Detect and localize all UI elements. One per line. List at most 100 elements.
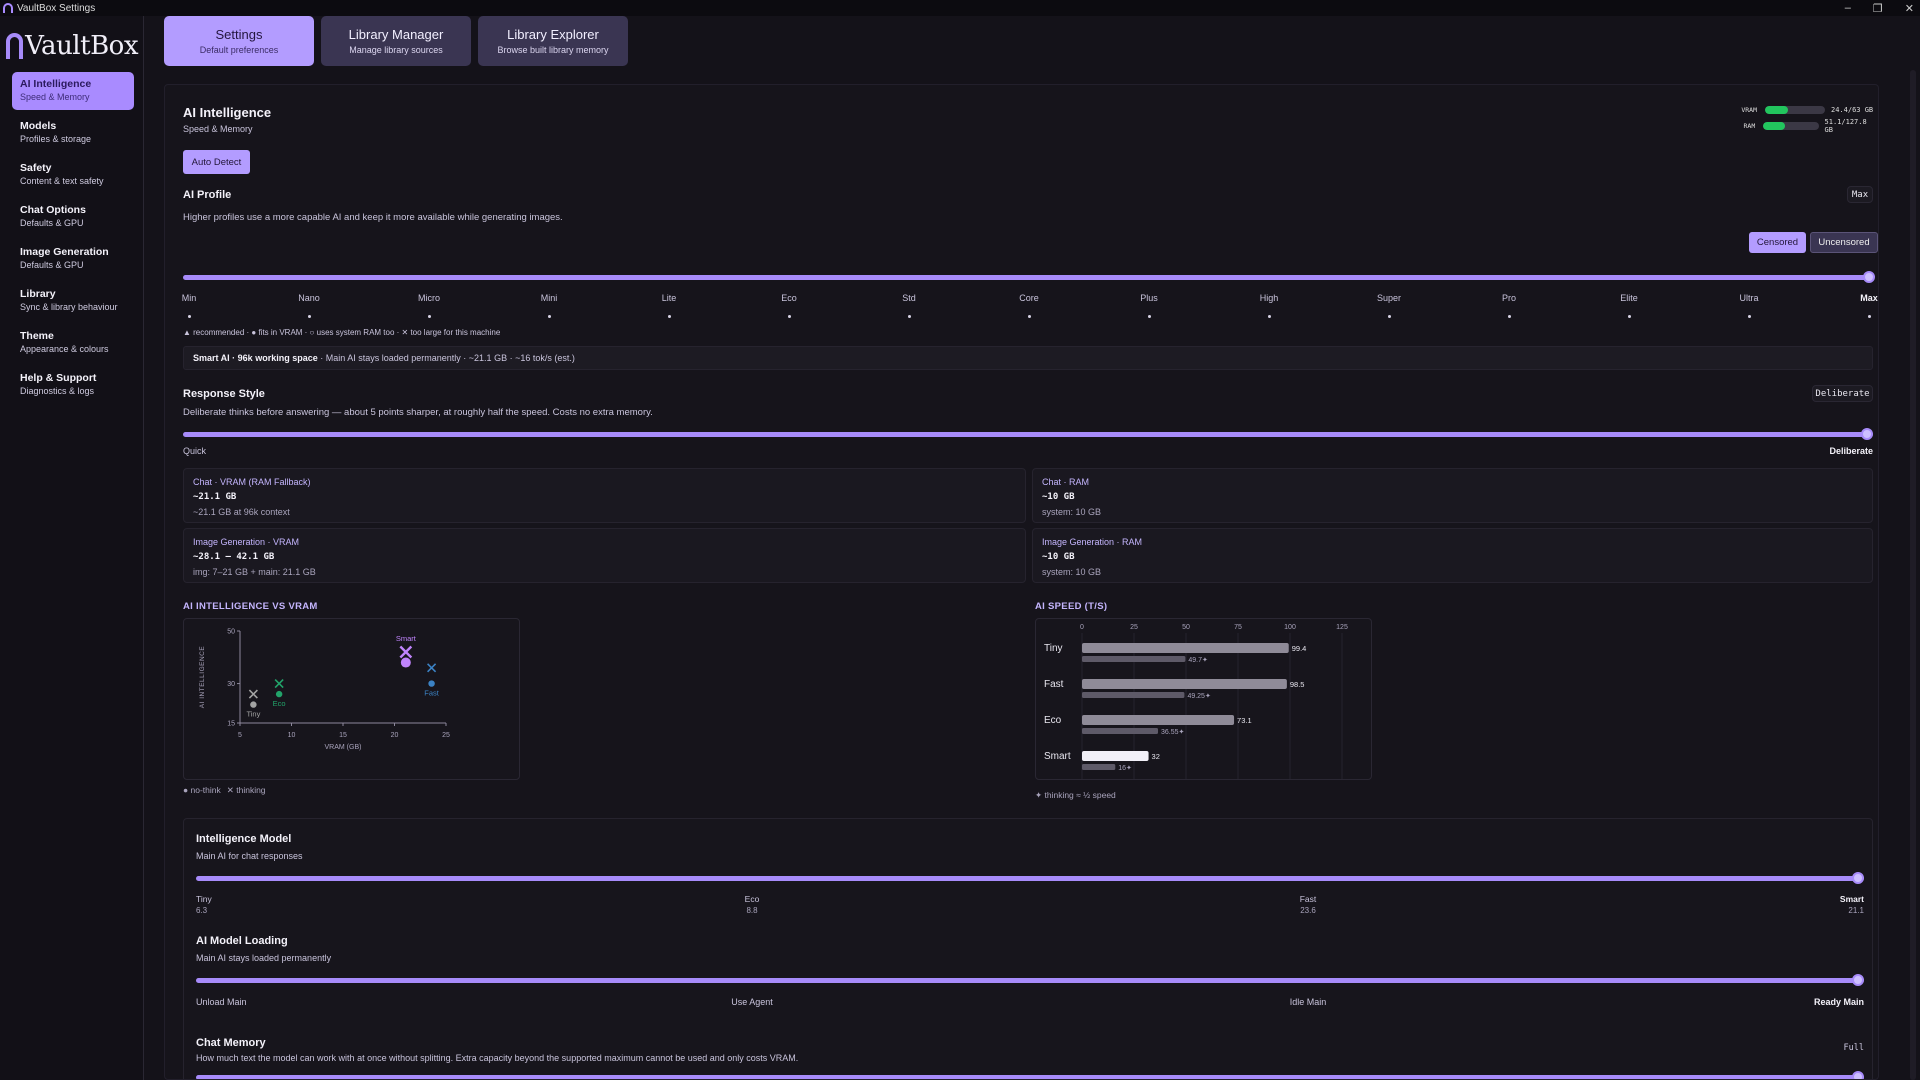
x-tick-label: 25 xyxy=(442,732,450,739)
sidebar-item-label: AI Intelligence xyxy=(20,78,92,90)
bar-label-thinking: 49.25✦ xyxy=(1187,692,1211,700)
chat-memory-title: Chat Memory xyxy=(196,1037,266,1049)
point-no-think-smart xyxy=(400,657,411,668)
profile-tick-mini[interactable]: Mini xyxy=(519,293,579,303)
profile-tick-std[interactable]: Std xyxy=(879,293,939,303)
sidebar-item-sub: Diagnostics & logs xyxy=(20,386,95,396)
response-slider-thumb[interactable] xyxy=(1861,428,1873,440)
loading-tick-idle-main[interactable]: Idle Main xyxy=(1268,997,1348,1007)
profile-tick-dot xyxy=(1747,315,1751,318)
profile-tick-nano[interactable]: Nano xyxy=(279,293,339,303)
bar-primary-fast xyxy=(1082,679,1287,689)
card-sub: img: 7–21 GB + main: 21.1 GB xyxy=(193,567,316,577)
intelligence-slider-thumb[interactable] xyxy=(1852,872,1864,884)
x-axis-label: VRAM (GB) xyxy=(325,744,362,751)
sidebar-item-sub: Speed & Memory xyxy=(20,92,90,102)
response-style-slider[interactable] xyxy=(183,428,1873,442)
response-max-label: Deliberate xyxy=(1829,446,1873,456)
intelligence-tick-tiny[interactable]: Tiny 6.3 xyxy=(196,894,212,915)
sidebar-item-safety[interactable]: Safety Content & text safety xyxy=(12,156,134,194)
y-tick-label: 30 xyxy=(227,681,235,688)
tab-sub: Manage library sources xyxy=(349,45,443,55)
sidebar-nav: AI Intelligence Speed & Memory Models Prof… xyxy=(12,72,134,408)
sidebar-item-help-support[interactable]: Help & Support Diagnostics & logs xyxy=(12,366,134,404)
intelligence-model-title: Intelligence Model xyxy=(196,833,292,845)
profile-tick-eco[interactable]: Eco xyxy=(759,293,819,303)
intelligence-tick-fast[interactable]: Fast 23.6 xyxy=(1278,894,1338,915)
ai-profile-slider[interactable] xyxy=(183,271,1875,285)
bar-label-primary: 98.5 xyxy=(1290,680,1305,689)
profile-tick-core[interactable]: Core xyxy=(999,293,1059,303)
x-tick-label: 25 xyxy=(1130,624,1138,631)
sidebar-item-theme[interactable]: Theme Appearance & colours xyxy=(12,324,134,362)
uncensored-button[interactable]: Uncensored xyxy=(1810,232,1878,253)
profile-tick-pro[interactable]: Pro xyxy=(1479,293,1539,303)
profile-tick-ultra[interactable]: Ultra xyxy=(1719,293,1779,303)
loading-tick-ready-main[interactable]: Ready Main xyxy=(1784,997,1864,1007)
auto-detect-button[interactable]: Auto Detect xyxy=(183,150,250,174)
tab-sub: Browse built library memory xyxy=(497,45,609,55)
card-title: Chat · RAM xyxy=(1042,477,1090,487)
category-label-fast: Fast xyxy=(1044,679,1064,690)
profile-tick-super[interactable]: Super xyxy=(1359,293,1419,303)
censored-button[interactable]: Censored xyxy=(1749,232,1806,253)
point-label-tiny: Tiny xyxy=(246,710,260,719)
profile-tick-high[interactable]: High xyxy=(1239,293,1299,303)
profile-tick-micro[interactable]: Micro xyxy=(399,293,459,303)
tab-label: Settings xyxy=(215,27,263,42)
sidebar-item-image-generation[interactable]: Image Generation Defaults & GPU xyxy=(12,240,134,278)
vram-meter-bar xyxy=(1765,106,1825,114)
profile-tick-min[interactable]: Min xyxy=(165,293,219,303)
profile-summary-rest: · Main AI stays loaded permanently · ~21… xyxy=(317,353,575,363)
intelligence-tick-eco[interactable]: Eco 8.8 xyxy=(722,894,782,915)
profile-tick-elite[interactable]: Elite xyxy=(1599,293,1659,303)
intelligence-model-ticks: Tiny 6.3 Eco 8.8 Fast 23.6 Smart 21.1 xyxy=(196,894,1864,918)
tab-settings[interactable]: Settings Default preferences xyxy=(164,16,314,66)
ram-meter-fill xyxy=(1763,122,1786,130)
sidebar-item-models[interactable]: Models Profiles & storage xyxy=(12,114,134,152)
tab-library-manager[interactable]: Library Manager Manage library sources xyxy=(321,16,471,66)
loading-tick-unload-main[interactable]: Unload Main xyxy=(196,997,247,1007)
sidebar-item-chat-options[interactable]: Chat Options Defaults & GPU xyxy=(12,198,134,236)
memory-slider-thumb[interactable] xyxy=(1852,1071,1864,1079)
loading-tick-use-agent[interactable]: Use Agent xyxy=(712,997,792,1007)
page-title: AI Intelligence xyxy=(183,105,272,120)
tab-label: Library Manager xyxy=(348,27,444,42)
scatter-chart-svg: 5 10 15 20 25 15 30 50 VRAM (GB) AI INTELLIGENCE T… xyxy=(199,629,450,752)
profile-tick-dot xyxy=(427,315,431,318)
intelligence-tick-smart[interactable]: Smart 21.1 xyxy=(1804,894,1864,915)
main-scrollbar[interactable] xyxy=(1910,70,1916,1080)
sidebar-item-library[interactable]: Library Sync & library behaviour xyxy=(12,282,134,320)
category-label-smart: Smart xyxy=(1044,751,1071,762)
x-tick-label: 10 xyxy=(288,732,296,739)
profile-tick-lite[interactable]: Lite xyxy=(639,293,699,303)
loading-slider-thumb[interactable] xyxy=(1852,974,1864,986)
bar-label-primary: 73.1 xyxy=(1237,716,1252,725)
loading-slider-track xyxy=(196,978,1864,983)
card-title: Image Generation · VRAM xyxy=(193,537,300,547)
ai-profile-slider-thumb[interactable] xyxy=(1863,271,1875,283)
brand-name: VaultBox xyxy=(25,31,138,61)
brand-logo: VaultBox xyxy=(6,26,138,66)
sidebar-item-sub: Defaults & GPU xyxy=(20,260,84,270)
chat-memory-description: How much text the model can work with at… xyxy=(196,1053,799,1063)
close-button[interactable]: ✕ xyxy=(1905,2,1914,15)
ai-profile-description: Higher profiles use a more capable AI an… xyxy=(183,212,563,223)
point-thinking-fast xyxy=(427,663,437,673)
sidebar-item-ai-intelligence[interactable]: AI Intelligence Speed & Memory xyxy=(12,72,134,110)
chat-memory-slider[interactable] xyxy=(196,1071,1864,1079)
maximize-button[interactable]: ❐ xyxy=(1873,2,1883,15)
profile-tick-dot xyxy=(1267,315,1271,318)
tab-library-explorer[interactable]: Library Explorer Browse built library mem… xyxy=(478,16,628,66)
chat-ram-card: Chat · RAM ~10 GB system: 10 GB xyxy=(1032,468,1873,523)
profile-tick-max[interactable]: Max xyxy=(1839,293,1878,303)
response-style-description: Deliberate thinks before answering — abo… xyxy=(183,407,653,418)
intelligence-model-slider[interactable] xyxy=(196,872,1864,886)
sidebar: VaultBox AI Intelligence Speed & Memory M… xyxy=(0,16,144,1080)
ai-profile-value: Max xyxy=(1847,186,1873,203)
profile-tick-plus[interactable]: Plus xyxy=(1119,293,1179,303)
sidebar-item-label: Safety xyxy=(20,162,52,174)
point-thinking-eco xyxy=(274,679,284,689)
model-loading-slider[interactable] xyxy=(196,974,1864,988)
minimize-button[interactable]: – xyxy=(1845,2,1851,14)
